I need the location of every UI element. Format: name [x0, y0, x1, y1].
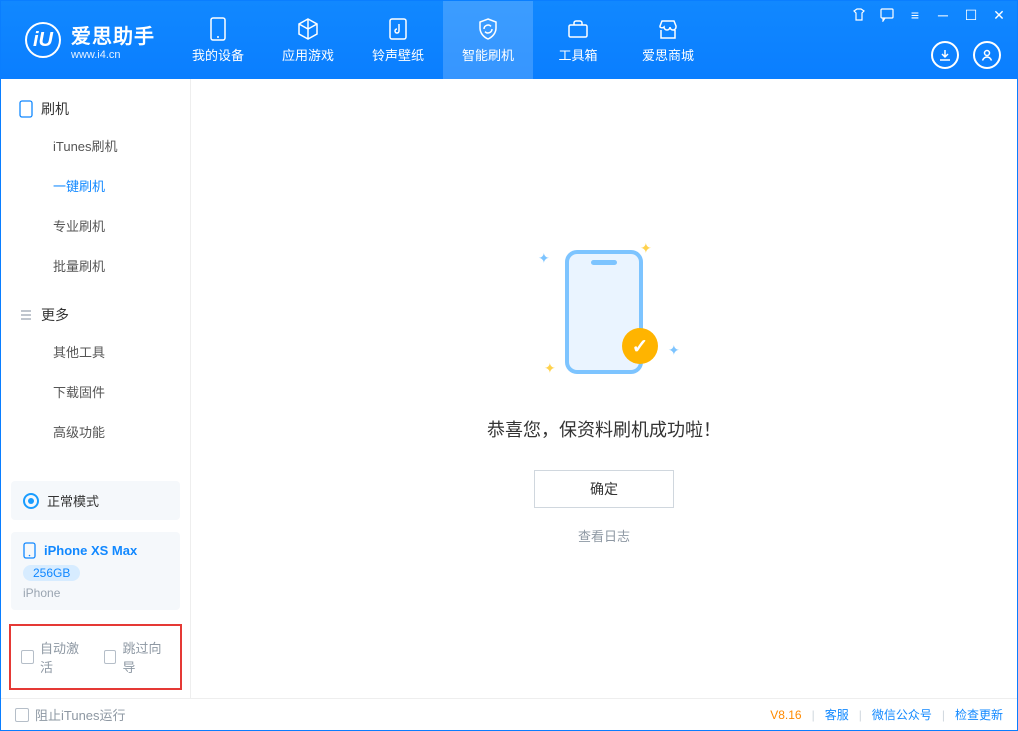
mode-label: 正常模式: [47, 491, 99, 510]
footer-wechat-link[interactable]: 微信公众号: [872, 706, 932, 723]
checkbox-label: 阻止iTunes运行: [35, 705, 126, 724]
success-message: 恭喜您，保资料刷机成功啦！: [487, 416, 721, 442]
cube-icon: [296, 17, 320, 41]
app-title: 爱思助手: [71, 20, 155, 49]
sidebar-item-pro-flash[interactable]: 专业刷机: [53, 205, 190, 245]
success-illustration: ✦ ✦ ✦ ✦ ✓: [524, 232, 684, 392]
music-file-icon: [386, 17, 410, 41]
sidebar-item-batch-flash[interactable]: 批量刷机: [53, 245, 190, 285]
checkbox-label: 跳过向导: [122, 638, 170, 676]
nav-apps[interactable]: 应用游戏: [263, 1, 353, 79]
device-name: iPhone XS Max: [44, 543, 137, 558]
nav-ringtones[interactable]: 铃声壁纸: [353, 1, 443, 79]
checkbox-block-itunes[interactable]: 阻止iTunes运行: [15, 705, 126, 724]
device-card[interactable]: iPhone XS Max 256GB iPhone: [11, 532, 180, 610]
section-title: 刷机: [41, 99, 69, 119]
checkmark-badge-icon: ✓: [622, 328, 658, 364]
checkbox-auto-activate[interactable]: 自动激活: [21, 638, 88, 676]
header-right-buttons: [931, 41, 1001, 69]
sidebar: 刷机 iTunes刷机 一键刷机 专业刷机 批量刷机 更多 其他工具 下载固件 …: [1, 79, 191, 698]
mode-card[interactable]: 正常模式: [11, 481, 180, 520]
checkbox-icon: [104, 650, 117, 664]
feedback-icon[interactable]: [879, 7, 895, 23]
nav-label: 铃声壁纸: [372, 45, 424, 64]
sidebar-section-more: 更多: [1, 299, 190, 331]
store-icon: [656, 17, 680, 41]
user-button[interactable]: [973, 41, 1001, 69]
device-phone-icon: [23, 542, 36, 559]
phone-icon: [19, 100, 33, 118]
device-type: iPhone: [23, 586, 168, 600]
nav-toolbox[interactable]: 工具箱: [533, 1, 623, 79]
device-icon: [206, 17, 230, 41]
checkbox-icon: [21, 650, 34, 664]
nav-store[interactable]: 爱思商城: [623, 1, 713, 79]
sparkle-icon: ✦: [544, 360, 554, 370]
sparkle-icon: ✦: [668, 342, 678, 352]
device-storage: 256GB: [23, 565, 80, 581]
close-icon[interactable]: ✕: [991, 7, 1007, 23]
mode-indicator-icon: [23, 493, 39, 509]
nav-label: 我的设备: [192, 45, 244, 64]
nav-label: 工具箱: [558, 45, 597, 64]
checkbox-icon: [15, 708, 29, 722]
header-bar: iU 爱思助手 www.i4.cn 我的设备 应用游戏 铃声壁纸 智能刷机: [1, 1, 1017, 79]
sidebar-item-advanced[interactable]: 高级功能: [53, 411, 190, 451]
logo-block: iU 爱思助手 www.i4.cn: [1, 20, 173, 61]
top-nav: 我的设备 应用游戏 铃声壁纸 智能刷机 工具箱 爱思商城: [173, 1, 713, 79]
sidebar-item-download-firmware[interactable]: 下载固件: [53, 371, 190, 411]
checkbox-label: 自动激活: [40, 638, 88, 676]
app-window: iU 爱思助手 www.i4.cn 我的设备 应用游戏 铃声壁纸 智能刷机: [0, 0, 1018, 731]
nav-label: 爱思商城: [642, 45, 694, 64]
footer-update-link[interactable]: 检查更新: [955, 706, 1003, 723]
footer-support-link[interactable]: 客服: [825, 706, 849, 723]
toolbox-icon: [566, 17, 590, 41]
app-url: www.i4.cn: [71, 49, 155, 61]
body: 刷机 iTunes刷机 一键刷机 专业刷机 批量刷机 更多 其他工具 下载固件 …: [1, 79, 1017, 698]
nav-my-device[interactable]: 我的设备: [173, 1, 263, 79]
list-icon: [19, 308, 33, 322]
sparkle-icon: ✦: [538, 250, 548, 260]
options-highlight-box: 自动激活 跳过向导: [9, 624, 182, 690]
nav-flash[interactable]: 智能刷机: [443, 1, 533, 79]
sparkle-icon: ✦: [640, 240, 650, 250]
nav-label: 应用游戏: [282, 45, 334, 64]
nav-label: 智能刷机: [462, 45, 514, 64]
sidebar-section-flash: 刷机: [1, 93, 190, 125]
download-button[interactable]: [931, 41, 959, 69]
window-controls-top: ≡ ─ ☐ ✕: [851, 7, 1007, 23]
footer-bar: 阻止iTunes运行 V8.16 | 客服 | 微信公众号 | 检查更新: [1, 698, 1017, 730]
sidebar-item-oneclick-flash[interactable]: 一键刷机: [53, 165, 190, 205]
minimize-icon[interactable]: ─: [935, 7, 951, 23]
ok-button[interactable]: 确定: [534, 470, 674, 508]
section-title: 更多: [41, 305, 69, 325]
sidebar-item-itunes-flash[interactable]: iTunes刷机: [53, 125, 190, 165]
checkbox-skip-guide[interactable]: 跳过向导: [104, 638, 171, 676]
tshirt-icon[interactable]: [851, 7, 867, 23]
view-log-link[interactable]: 查看日志: [578, 526, 630, 545]
version-label: V8.16: [770, 708, 801, 722]
sidebar-item-other-tools[interactable]: 其他工具: [53, 331, 190, 371]
shield-sync-icon: [476, 17, 500, 41]
menu-icon[interactable]: ≡: [907, 7, 923, 23]
logo-icon: iU: [25, 22, 61, 58]
maximize-icon[interactable]: ☐: [963, 7, 979, 23]
main-content: ✦ ✦ ✦ ✦ ✓ 恭喜您，保资料刷机成功啦！ 确定 查看日志: [191, 79, 1017, 698]
